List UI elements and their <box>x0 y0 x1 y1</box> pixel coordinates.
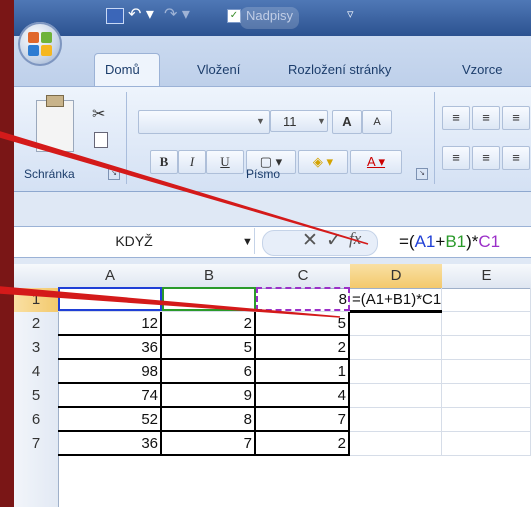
annotation-arrow-cell <box>0 286 341 318</box>
annotation-arrows <box>0 131 369 318</box>
annotation-arrow-formula <box>0 131 369 245</box>
office-button[interactable] <box>18 22 62 66</box>
office-logo-icon <box>28 32 52 56</box>
